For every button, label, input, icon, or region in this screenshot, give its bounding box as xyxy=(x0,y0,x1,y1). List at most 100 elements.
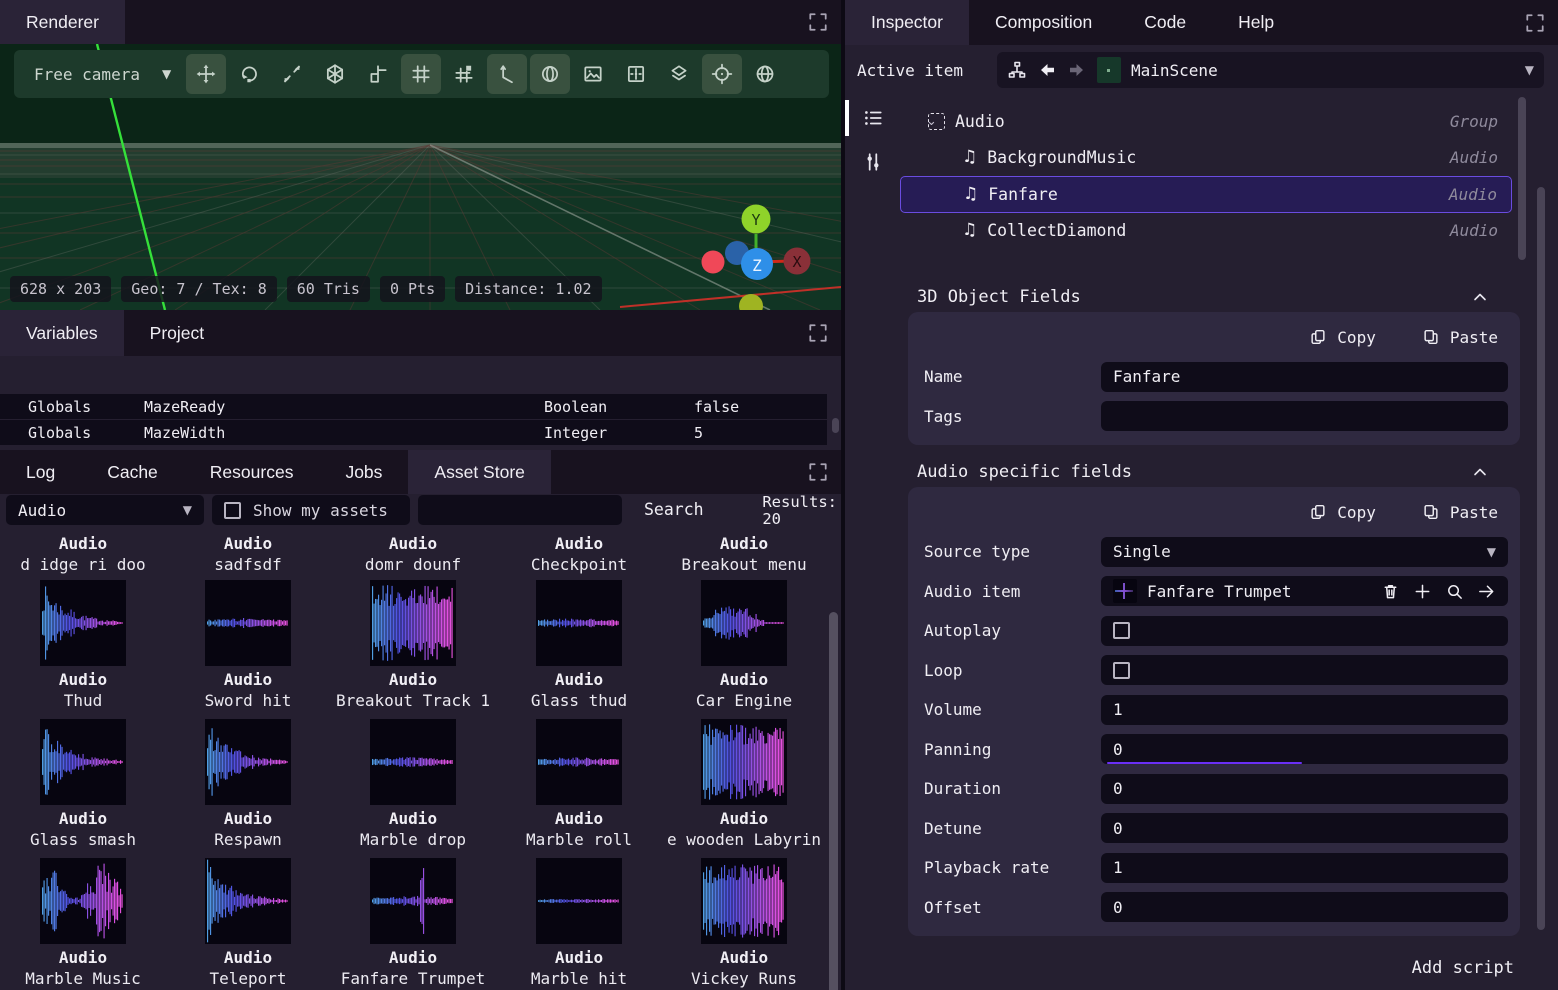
tab-code[interactable]: Code xyxy=(1118,0,1212,45)
tab-inspector[interactable]: Inspector xyxy=(845,0,969,45)
axes-icon[interactable] xyxy=(487,54,527,94)
hierarchy-icon[interactable] xyxy=(1007,60,1027,80)
tree-filter-button[interactable] xyxy=(851,141,895,183)
grid-icon[interactable] xyxy=(401,54,441,94)
tree-item-backgroundmusic[interactable]: ♫BackgroundMusicAudio xyxy=(900,140,1512,177)
paste-button[interactable]: Paste xyxy=(1422,503,1498,522)
frame-center-icon[interactable] xyxy=(616,54,656,94)
asset-card[interactable]: Audio Marble roll xyxy=(496,719,662,849)
asset-card[interactable]: Audio d idge ri doo xyxy=(0,530,166,574)
asset-card[interactable]: Audio sadfsdf xyxy=(165,530,331,574)
asset-card[interactable]: Audio Vickey Runs xyxy=(661,858,827,988)
variable-row[interactable]: GlobalsMazeReadyBooleanfalse xyxy=(0,394,827,419)
variables-scrollbar[interactable] xyxy=(832,418,839,433)
snap-corner-icon[interactable] xyxy=(358,54,398,94)
section-header[interactable]: 3D Object Fields xyxy=(845,280,1558,314)
add-script-button[interactable]: Add script xyxy=(1412,958,1514,978)
duration-input[interactable]: 0 xyxy=(1101,774,1508,804)
chevron-up-icon[interactable] xyxy=(1470,287,1490,307)
asset-card[interactable]: Audio Glass thud xyxy=(496,580,662,710)
detune-input[interactable]: 0 xyxy=(1101,813,1508,843)
tree-list-view-button[interactable] xyxy=(851,97,895,139)
name-input[interactable]: Fanfare xyxy=(1101,362,1508,392)
image-icon[interactable] xyxy=(573,54,613,94)
chevron-up-icon[interactable] xyxy=(1470,462,1490,482)
show-my-assets-toggle[interactable]: Show my assets xyxy=(212,495,410,525)
autoplay-field[interactable] xyxy=(1101,616,1508,646)
tab-cache[interactable]: Cache xyxy=(81,450,184,494)
viewport-3d[interactable]: YXZ Free camera ▼ 628 x 203Geo: 7 / Tex:… xyxy=(0,44,841,310)
asset-card[interactable]: Audio Breakout Track 1 xyxy=(330,580,496,710)
scene-selector[interactable]: MainScene ▼ xyxy=(997,52,1544,88)
asset-card[interactable]: Audio Thud xyxy=(0,580,166,710)
grid-snap-icon[interactable] xyxy=(444,54,484,94)
layers-icon[interactable] xyxy=(659,54,699,94)
globe-icon[interactable] xyxy=(745,54,785,94)
asset-card[interactable]: Audio domr dounf xyxy=(330,530,496,574)
expand-renderer-icon[interactable] xyxy=(807,11,829,33)
move-tool-icon[interactable] xyxy=(186,54,226,94)
show-my-assets-checkbox[interactable] xyxy=(224,502,241,519)
camera-mode-select[interactable]: Free camera ▼ xyxy=(24,65,184,84)
copy-button[interactable]: Copy xyxy=(1309,503,1376,522)
asset-card[interactable]: Audio Glass smash xyxy=(0,719,166,849)
target-icon[interactable] xyxy=(702,54,742,94)
tags-input[interactable] xyxy=(1101,401,1508,431)
asset-grid-scrollbar[interactable] xyxy=(829,612,838,990)
source-type-select[interactable]: Single▼ xyxy=(1101,537,1508,567)
rotation-gizmo-icon[interactable] xyxy=(530,54,570,94)
audio-item-field[interactable]: Fanfare Trumpet xyxy=(1101,576,1508,606)
scale-tool-icon[interactable] xyxy=(272,54,312,94)
loop-field[interactable] xyxy=(1101,655,1508,685)
expand-bottom-icon[interactable] xyxy=(807,461,829,483)
offset-input[interactable]: 0 xyxy=(1101,892,1508,922)
tab-variables[interactable]: Variables xyxy=(0,310,124,356)
chevron-down-icon[interactable]: ⌄ xyxy=(926,114,937,129)
asset-card[interactable]: Audio Teleport xyxy=(165,858,331,988)
loop-checkbox[interactable] xyxy=(1113,662,1130,679)
inspector-scrollbar[interactable] xyxy=(1537,187,1545,930)
asset-search-input[interactable] xyxy=(418,495,622,525)
search-icon[interactable] xyxy=(1445,582,1464,601)
asset-card[interactable]: Audio Marble hit xyxy=(496,858,662,988)
goto-icon[interactable] xyxy=(1477,582,1496,601)
asset-card[interactable]: Audio Car Engine xyxy=(661,580,827,710)
tab-help[interactable]: Help xyxy=(1212,0,1300,45)
expand-inspector-icon[interactable] xyxy=(1524,12,1546,34)
tab-log[interactable]: Log xyxy=(0,450,81,494)
tree-item-fanfare[interactable]: ♫FanfareAudio xyxy=(900,176,1512,213)
forward-arrow-icon[interactable] xyxy=(1067,60,1087,80)
tree-item-collectdiamond[interactable]: ♫CollectDiamondAudio xyxy=(900,213,1512,250)
tab-project[interactable]: Project xyxy=(124,310,230,356)
tab-composition[interactable]: Composition xyxy=(969,0,1118,45)
volume-input[interactable]: 1 xyxy=(1101,695,1508,725)
paste-button[interactable]: Paste xyxy=(1422,328,1498,347)
back-arrow-icon[interactable] xyxy=(1037,60,1057,80)
tree-item-audio[interactable]: ⌄AudioGroup xyxy=(900,103,1512,140)
asset-card[interactable]: Audio Marble drop xyxy=(330,719,496,849)
delete-icon[interactable] xyxy=(1381,582,1400,601)
section-header[interactable]: Audio specific fields xyxy=(845,455,1558,489)
panning-slider[interactable]: 0 xyxy=(1101,734,1508,764)
add-icon[interactable] xyxy=(1413,582,1432,601)
asset-card[interactable]: Audio Marble Music xyxy=(0,858,166,988)
variable-row[interactable]: GlobalsMazeWidthInteger5 xyxy=(0,420,827,445)
search-button[interactable]: Search xyxy=(644,495,704,525)
asset-card[interactable]: Audio Breakout menu xyxy=(661,530,827,574)
asset-card[interactable]: Audio e wooden Labyrin xyxy=(661,719,827,849)
tab-resources[interactable]: Resources xyxy=(184,450,320,494)
tree-scrollbar[interactable] xyxy=(1518,97,1526,260)
autoplay-checkbox[interactable] xyxy=(1113,622,1130,639)
copy-button[interactable]: Copy xyxy=(1309,328,1376,347)
asset-card[interactable]: Audio Checkpoint xyxy=(496,530,662,574)
tab-renderer[interactable]: Renderer xyxy=(0,0,125,44)
expand-variables-icon[interactable] xyxy=(807,322,829,344)
playback-rate-input[interactable]: 1 xyxy=(1101,853,1508,883)
asset-card[interactable]: Audio Fanfare Trumpet xyxy=(330,858,496,988)
rotate-tool-icon[interactable] xyxy=(229,54,269,94)
asset-card[interactable]: Audio Sword hit xyxy=(165,580,331,710)
tab-asset-store[interactable]: Asset Store xyxy=(408,450,550,494)
tab-jobs[interactable]: Jobs xyxy=(319,450,408,494)
asset-category-select[interactable]: Audio ▼ xyxy=(6,495,204,525)
wireframe-cube-icon[interactable] xyxy=(315,54,355,94)
